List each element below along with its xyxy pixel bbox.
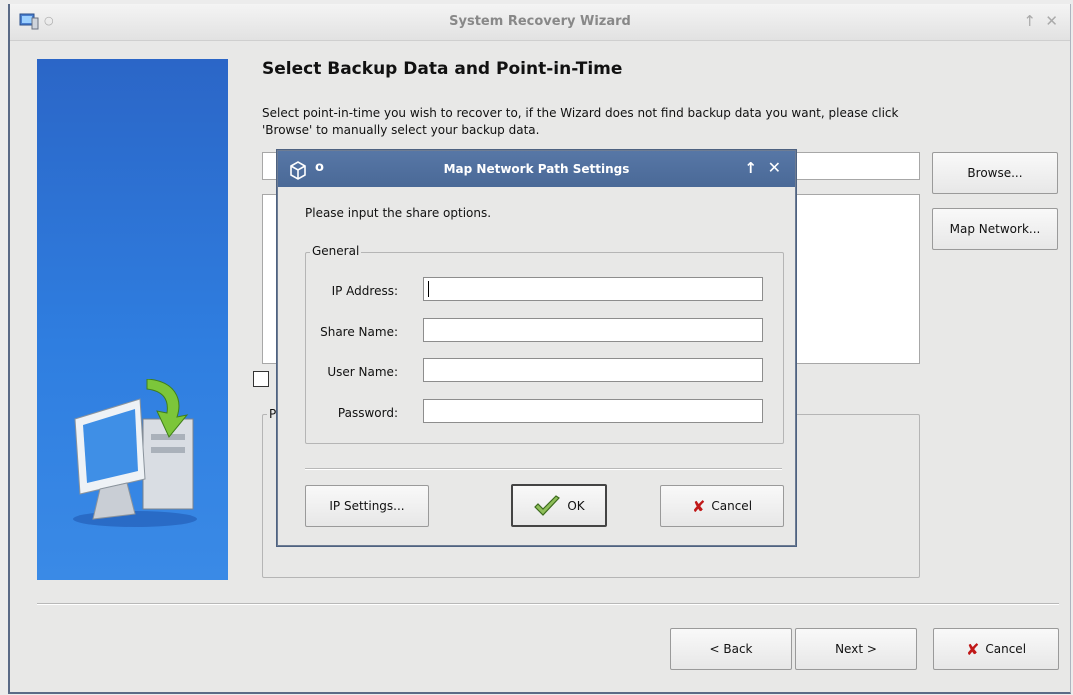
next-button[interactable]: Next > [795,628,917,670]
footer-divider [37,603,1059,605]
back-button[interactable]: < Back [670,628,792,670]
ip-address-input[interactable] [423,277,763,301]
ok-button-label: OK [567,498,585,513]
share-name-input[interactable] [423,318,763,342]
map-network-button-label: Map Network... [949,222,1041,236]
next-button-label: Next > [835,642,877,656]
dialog-cancel-button-label: Cancel [711,499,753,513]
window-title: System Recovery Wizard [449,14,631,29]
ip-settings-button[interactable]: IP Settings... [305,485,429,527]
general-group-label: General [310,244,362,258]
browse-button[interactable]: Browse... [932,152,1058,194]
page-description: Select point-in-time you wish to recover… [262,106,899,137]
wizard-cancel-button[interactable]: ✘ Cancel [933,628,1059,670]
wizard-sidebar [37,59,228,580]
dialog-titlebar[interactable]: o Map Network Path Settings ↑ ✕ [278,151,795,187]
red-x-icon: ✘ [965,639,980,659]
dialog-title: Map Network Path Settings [443,162,630,176]
password-input[interactable] [423,399,763,423]
option-checkbox[interactable] [253,371,269,387]
dialog-maximize-icon[interactable]: ↑ [744,159,757,177]
general-group: General IP Address: Share Name: User Nam… [305,244,784,444]
close-icon[interactable]: ✕ [1045,12,1058,30]
dialog-close-icon[interactable]: ✕ [768,158,781,177]
user-name-label: User Name: [327,365,398,379]
user-name-input[interactable] [423,358,763,382]
red-x-icon: ✘ [691,496,706,516]
wizard-cancel-button-label: Cancel [985,642,1027,656]
recovery-computer-icon [73,379,197,527]
checkmark-hand-icon [534,494,561,516]
share-name-label: Share Name: [320,325,398,339]
back-button-label: < Back [709,642,753,656]
dialog-divider [305,468,782,470]
map-network-dialog: o Map Network Path Settings ↑ ✕ Please i… [277,150,796,546]
maximize-icon[interactable]: ↑ [1023,12,1036,30]
dialog-cancel-button[interactable]: ✘ Cancel [660,485,784,527]
browse-button-label: Browse... [967,166,1023,180]
dialog-prompt: Please input the share options. [305,206,492,220]
map-network-button[interactable]: Map Network... [932,208,1058,250]
password-label: Password: [337,406,398,420]
ip-address-label: IP Address: [331,284,398,298]
window-titlebar[interactable]: ○ System Recovery Wizard ↑ ✕ [10,4,1070,41]
ip-settings-button-label: IP Settings... [329,499,405,513]
ok-button[interactable]: OK [511,484,607,527]
page-title: Select Backup Data and Point-in-Time [262,59,623,79]
text-cursor [428,281,429,297]
